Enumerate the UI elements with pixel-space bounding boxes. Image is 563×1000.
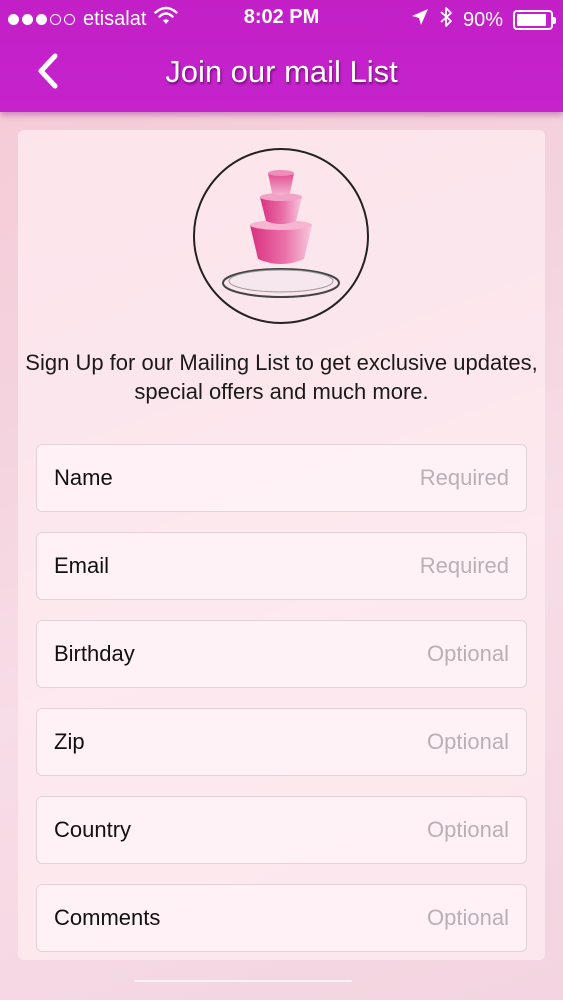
zip-label: Zip bbox=[54, 729, 85, 754]
location-arrow-icon bbox=[411, 8, 429, 32]
bluetooth-icon bbox=[439, 6, 453, 34]
app-header: etisalat 8:02 PM 90% Join our mail List bbox=[0, 0, 563, 112]
nav-bar: Join our mail List bbox=[0, 38, 563, 110]
comments-field-row[interactable]: Comments bbox=[36, 884, 527, 952]
email-label: Email bbox=[54, 553, 110, 578]
name-input[interactable] bbox=[209, 465, 509, 491]
name-label: Name bbox=[54, 465, 113, 490]
birthday-input[interactable] bbox=[209, 641, 509, 667]
email-input[interactable] bbox=[209, 553, 509, 579]
battery-percent: 90% bbox=[462, 8, 503, 31]
zip-input[interactable] bbox=[209, 729, 509, 755]
status-right: 90% bbox=[411, 6, 556, 34]
name-field-row[interactable]: Name bbox=[36, 444, 527, 512]
zip-field-row[interactable]: Zip bbox=[36, 708, 527, 776]
page-title: Join our mail List bbox=[165, 54, 398, 89]
battery-icon bbox=[513, 10, 556, 30]
country-label: Country bbox=[54, 817, 132, 842]
comments-label: Comments bbox=[54, 905, 161, 930]
status-bar: etisalat 8:02 PM 90% bbox=[0, 0, 563, 38]
birthday-field-row[interactable]: Birthday bbox=[36, 620, 527, 688]
country-input[interactable] bbox=[209, 817, 509, 843]
scroll-indicator bbox=[134, 980, 352, 982]
cake-fountain-icon bbox=[193, 148, 369, 324]
email-field-row[interactable]: Email bbox=[36, 532, 527, 600]
comments-input[interactable] bbox=[209, 905, 509, 931]
intro-text: Sign Up for our Mailing List to get excl… bbox=[25, 350, 538, 404]
battery-fill bbox=[517, 14, 546, 26]
country-field-row[interactable]: Country bbox=[36, 796, 527, 864]
birthday-label: Birthday bbox=[54, 641, 135, 666]
brand-logo bbox=[192, 147, 370, 325]
